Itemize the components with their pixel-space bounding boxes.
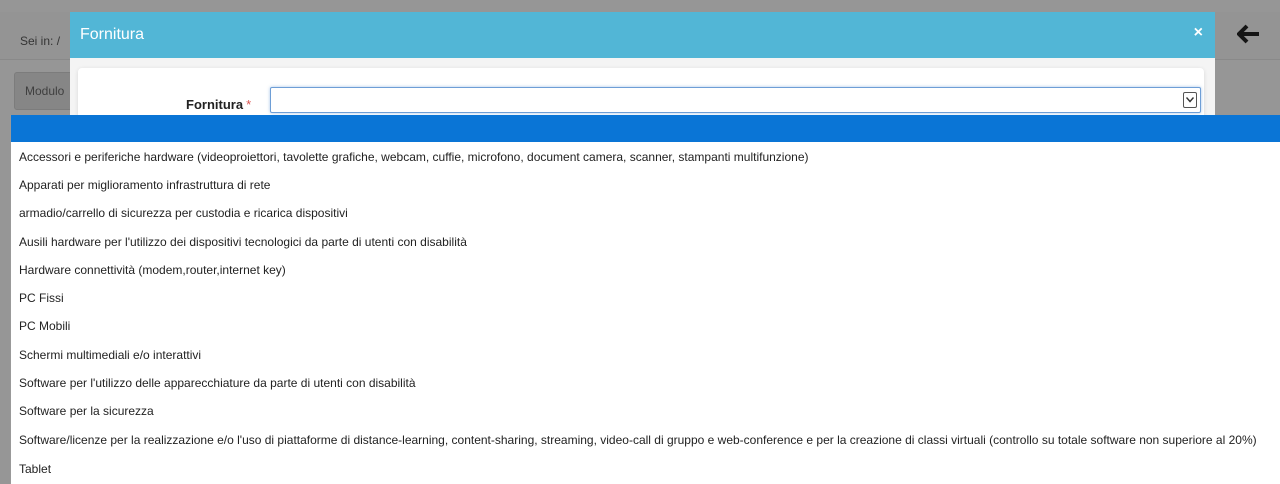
fornitura-dropdown-list: Accessori e periferiche hardware (videop… [10,115,1280,484]
dropdown-option[interactable]: Tablet [11,456,1280,483]
dropdown-option[interactable]: Apparati per miglioramento infrastruttur… [11,172,1280,199]
dropdown-option[interactable] [11,115,1280,142]
fornitura-select[interactable] [270,87,1201,113]
dropdown-option[interactable]: Ausili hardware per l'utilizzo dei dispo… [11,229,1280,256]
dropdown-option[interactable]: armadio/carrello di sicurezza per custod… [11,200,1280,227]
dropdown-option[interactable]: PC Fissi [11,285,1280,312]
close-button[interactable]: × [1194,24,1203,42]
dropdown-option[interactable]: Software per l'utilizzo delle apparecchi… [11,370,1280,397]
dropdown-option[interactable]: Schermi multimediali e/o interattivi [11,342,1280,369]
dropdown-option[interactable]: Software per la sicurezza [11,398,1280,425]
dropdown-option[interactable]: Software/licenze per la realizzazione e/… [11,427,1280,454]
fornitura-label: Fornitura * [186,97,252,112]
modal-header: Fornitura × [70,12,1215,58]
modal-title: Fornitura [80,26,145,43]
chevron-down-icon[interactable] [1183,92,1197,108]
required-asterisk: * [246,97,252,112]
dropdown-option[interactable]: Accessori e periferiche hardware (videop… [11,144,1280,171]
dropdown-option[interactable]: PC Mobili [11,313,1280,340]
dropdown-option[interactable]: Hardware connettività (modem,router,inte… [11,257,1280,284]
